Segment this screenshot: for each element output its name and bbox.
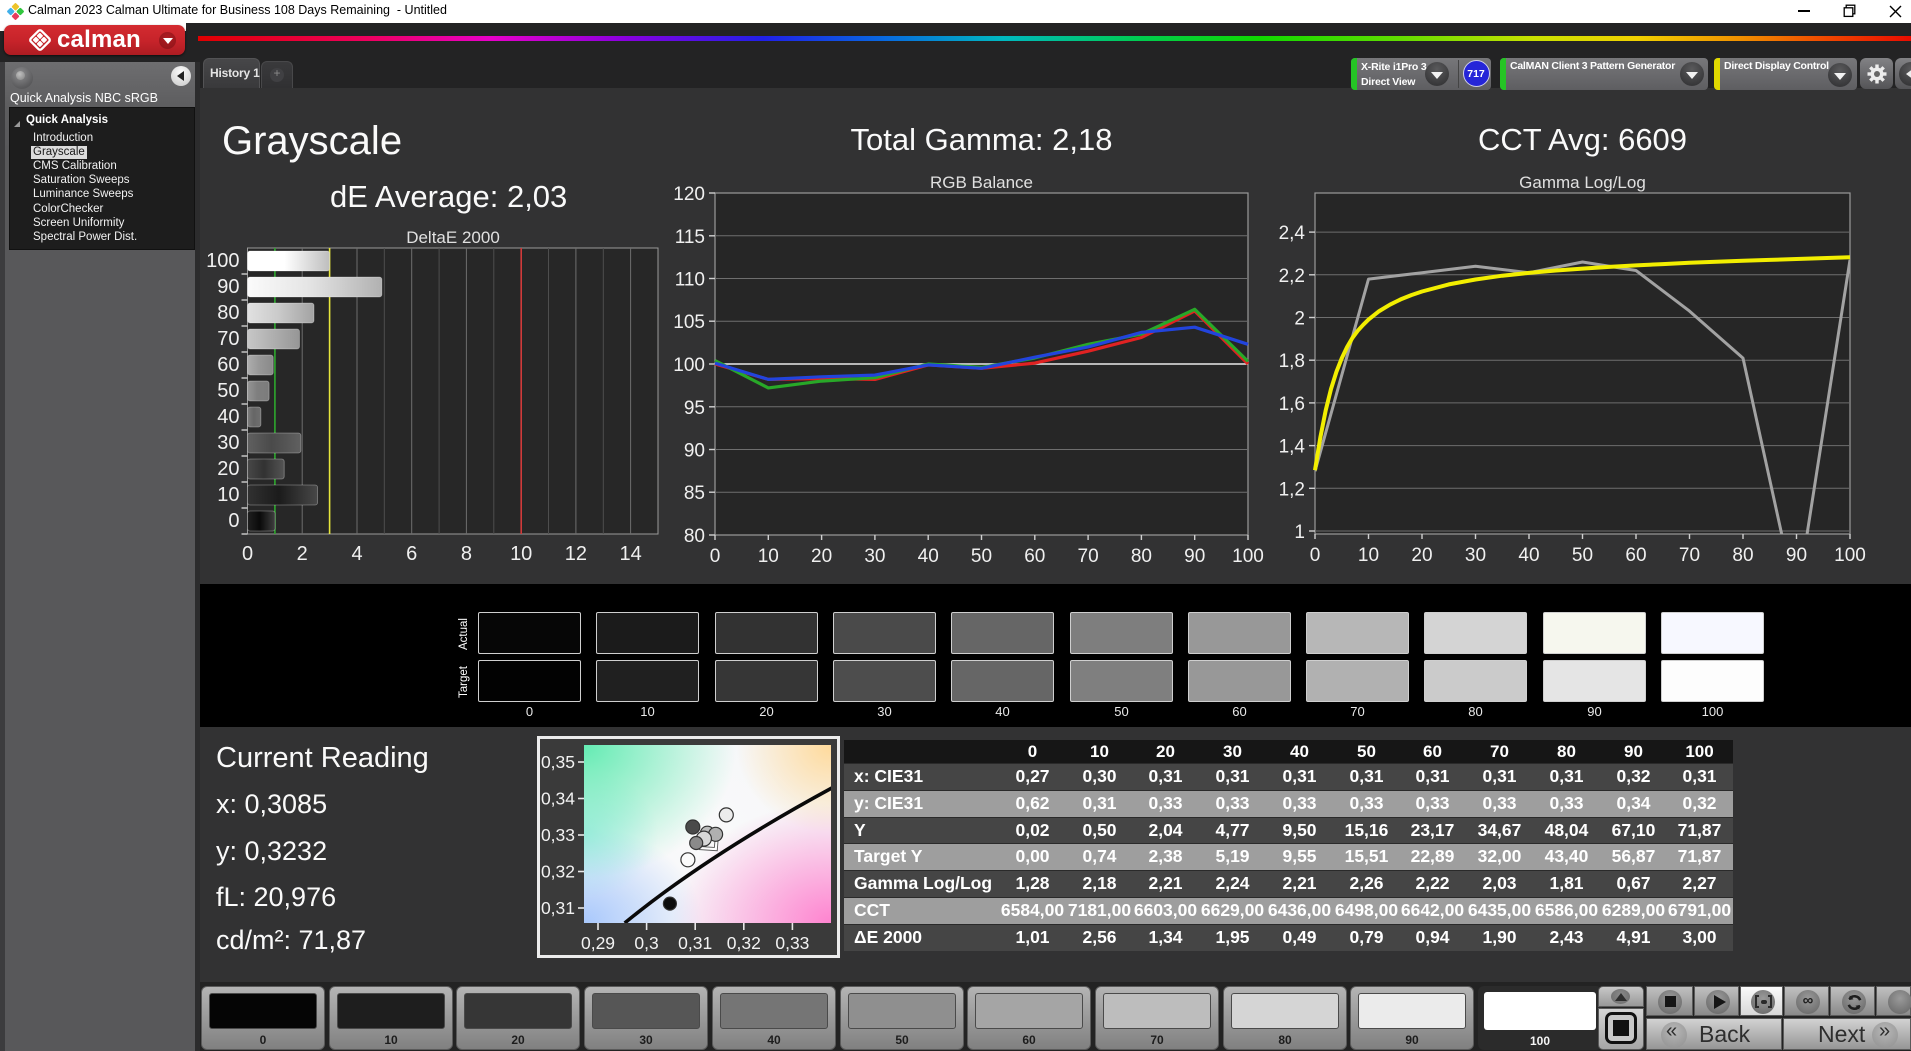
svg-text:80: 80 (217, 302, 239, 324)
svg-text:70: 70 (1679, 545, 1700, 566)
svg-text:30: 30 (217, 432, 239, 454)
svg-text:1,6: 1,6 (1279, 394, 1305, 415)
svg-text:2,2: 2,2 (1279, 266, 1305, 287)
svg-text:80: 80 (684, 526, 705, 547)
svg-text:50: 50 (217, 380, 239, 402)
svg-text:0,3: 0,3 (634, 933, 658, 953)
svg-text:50: 50 (1572, 545, 1593, 566)
svg-text:0,34: 0,34 (541, 789, 575, 809)
svg-text:20: 20 (811, 546, 832, 567)
svg-text:85: 85 (684, 483, 705, 504)
svg-text:10: 10 (217, 484, 239, 506)
svg-text:1,8: 1,8 (1279, 351, 1305, 372)
svg-text:100: 100 (206, 250, 239, 272)
svg-text:1,2: 1,2 (1279, 479, 1305, 500)
svg-text:0,33: 0,33 (775, 933, 809, 953)
svg-text:115: 115 (675, 227, 705, 248)
svg-text:90: 90 (217, 276, 239, 298)
svg-text:60: 60 (1024, 546, 1045, 567)
svg-text:60: 60 (217, 354, 239, 376)
svg-text:0: 0 (228, 510, 239, 532)
svg-text:80: 80 (1732, 545, 1753, 566)
svg-text:100: 100 (1834, 545, 1866, 566)
svg-text:100: 100 (673, 355, 705, 376)
svg-text:40: 40 (1518, 545, 1539, 566)
svg-text:100: 100 (1232, 546, 1264, 567)
svg-text:70: 70 (1078, 546, 1099, 567)
svg-text:30: 30 (1465, 545, 1486, 566)
svg-text:8: 8 (461, 543, 472, 565)
svg-text:0,32: 0,32 (541, 862, 575, 882)
svg-text:40: 40 (217, 406, 239, 428)
svg-text:10: 10 (510, 543, 532, 565)
svg-text:0: 0 (242, 543, 253, 565)
svg-text:110: 110 (675, 270, 705, 291)
svg-text:120: 120 (673, 184, 705, 205)
svg-text:0,32: 0,32 (727, 933, 761, 953)
svg-text:2: 2 (297, 543, 308, 565)
svg-text:30: 30 (864, 546, 885, 567)
svg-text:0,33: 0,33 (541, 825, 575, 845)
svg-text:60: 60 (1625, 545, 1646, 566)
svg-text:1,4: 1,4 (1279, 437, 1306, 458)
svg-text:105: 105 (673, 312, 705, 333)
svg-text:0,29: 0,29 (581, 933, 615, 953)
svg-text:20: 20 (1411, 545, 1432, 566)
svg-text:20: 20 (217, 458, 239, 480)
svg-text:90: 90 (1786, 545, 1807, 566)
svg-text:0,31: 0,31 (541, 898, 575, 918)
svg-text:90: 90 (1184, 546, 1205, 567)
svg-text:90: 90 (684, 441, 705, 462)
svg-text:70: 70 (217, 328, 239, 350)
svg-text:80: 80 (1131, 546, 1152, 567)
svg-text:95: 95 (684, 398, 705, 419)
svg-text:0: 0 (710, 546, 721, 567)
svg-text:14: 14 (619, 543, 641, 565)
svg-text:0,31: 0,31 (678, 933, 712, 953)
svg-text:40: 40 (918, 546, 939, 567)
svg-text:2,4: 2,4 (1279, 223, 1306, 244)
svg-text:6: 6 (406, 543, 417, 565)
svg-text:10: 10 (758, 546, 779, 567)
svg-text:2: 2 (1294, 309, 1305, 330)
svg-text:1: 1 (1294, 522, 1305, 543)
svg-text:10: 10 (1358, 545, 1379, 566)
svg-text:0,35: 0,35 (541, 752, 575, 772)
svg-text:4: 4 (351, 543, 362, 565)
svg-text:12: 12 (565, 543, 587, 565)
svg-text:50: 50 (971, 546, 992, 567)
svg-text:0: 0 (1310, 545, 1321, 566)
